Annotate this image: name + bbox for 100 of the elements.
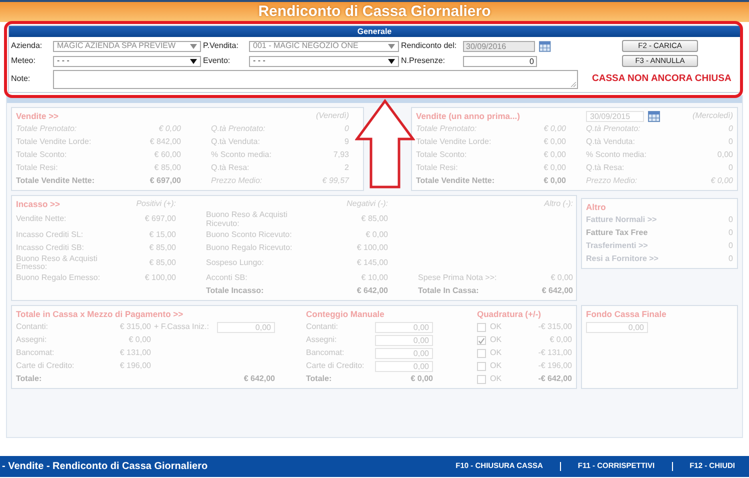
row-label: Buono Sconto Ricevuto:	[206, 230, 293, 240]
amount: -€ 196,00	[537, 362, 572, 372]
row-label: Spese Prima Nota >>:	[418, 274, 498, 284]
section-heading: Altro	[586, 202, 607, 212]
checkbox[interactable]	[477, 362, 486, 372]
checkbox[interactable]	[477, 349, 486, 358]
section-heading: Vendite >>	[16, 112, 60, 122]
dropdown[interactable]: - - -	[249, 56, 399, 66]
resize-grip-icon[interactable]	[571, 82, 576, 87]
date-field[interactable]: 30/09/2015	[586, 111, 644, 122]
checkbox[interactable]	[477, 323, 486, 332]
amount: -€ 315,00	[537, 323, 572, 332]
amount-field[interactable]: 0,00	[375, 361, 433, 372]
total-label: Totale In Cassa:	[418, 287, 480, 296]
amount: € 15,00	[148, 230, 176, 240]
row-label: Totale Vendite Lorde:	[16, 138, 92, 147]
page-title: Rendiconto di Cassa Giornaliero	[258, 3, 491, 20]
row-label: % Sconto media:	[586, 151, 648, 160]
field-label: P.Vendita:	[203, 42, 240, 50]
row-label: Assegni:	[16, 336, 48, 346]
row-label: Q.tà Venduta:	[586, 138, 636, 147]
total-amount: € 697,00	[148, 177, 181, 186]
amount: 0	[728, 164, 733, 173]
amount: € 196,00	[118, 362, 151, 372]
amount: -€ 131,00	[537, 349, 572, 358]
section-heading: Conteggio Manuale	[306, 310, 386, 320]
amount: € 697,00	[144, 215, 176, 224]
amount: 9	[344, 138, 349, 147]
total-label: Totale Vendite Nette:	[416, 177, 496, 186]
checkbox-label: OK	[490, 375, 502, 384]
amount: € 10,00	[360, 274, 388, 284]
caret-icon	[388, 44, 395, 48]
link[interactable]: Trasferimenti >>	[586, 242, 706, 251]
checkbox-label: OK	[490, 362, 502, 372]
checkbox[interactable]	[477, 375, 486, 384]
amount: 0	[728, 229, 733, 238]
panel-header: Generale	[9, 26, 740, 37]
amount: 7,93	[332, 151, 349, 160]
row-label: Incasso Crediti SB:	[16, 244, 86, 252]
dropdown[interactable]: - - -	[53, 56, 201, 66]
calendar-icon[interactable]	[539, 40, 551, 52]
checkbox[interactable]	[477, 336, 486, 346]
row-label: Contanti:	[16, 323, 50, 332]
row-label: Carte di Credito:	[16, 362, 76, 372]
section-heading: Fondo Cassa Finale	[586, 310, 668, 320]
amount: € 100,00	[356, 244, 388, 252]
total-label: Totale Vendite Nette:	[16, 177, 96, 186]
amount-field[interactable]: 0,00	[375, 322, 433, 334]
amount: € 0,00	[550, 274, 573, 284]
row-label: Assegni:	[306, 336, 338, 346]
amount-field[interactable]: 0,00	[375, 335, 433, 346]
status-text: CASSA NON ANCORA CHIUSA	[592, 74, 732, 85]
link[interactable]: Resi a Fornitore >>	[586, 255, 706, 264]
row-label: Bancomat:	[306, 349, 346, 358]
amount: € 145,00	[356, 258, 388, 268]
total-amount: € 0,00	[410, 375, 433, 384]
amount: 0	[728, 138, 733, 147]
amount: € 60,00	[153, 151, 181, 160]
row-label: Buono Reso & Acquisti Emesso:	[16, 254, 98, 272]
section-heading: Vendite (un anno prima...)	[416, 112, 521, 122]
amount-field[interactable]: 0,00	[375, 348, 433, 360]
amount: 0	[728, 242, 733, 251]
amount: € 85,00	[148, 244, 176, 252]
row-label: Buono Regalo Emesso:	[16, 274, 102, 284]
link[interactable]: Fatture Normali >>	[586, 216, 706, 225]
amount: € 100,00	[144, 274, 176, 284]
amount: € 85,00	[153, 164, 181, 173]
row-label: Totale Sconto:	[16, 151, 68, 160]
amount-field[interactable]: 0,00	[217, 322, 275, 334]
footer-title: - Vendite - Rendiconto di Cassa Giornaliero	[2, 461, 208, 472]
row-label: Buono Regalo Ricevuto:	[206, 244, 294, 252]
calendar-icon[interactable]	[648, 111, 660, 122]
total-label: Fatture Tax Free	[586, 229, 649, 238]
row-label: Totale Sconto:	[416, 151, 468, 160]
row-label: Buono Reso & Acquisti Ricevuto:	[206, 211, 288, 229]
row-label: + F.Cassa Iniz.:	[154, 323, 210, 332]
row-label: Totale Vendite Lorde:	[416, 138, 492, 147]
checkbox-label: OK	[490, 323, 502, 332]
caret-icon	[388, 58, 395, 64]
field-label: Evento:	[203, 56, 232, 66]
field-label: Rendiconto del:	[401, 42, 458, 50]
checkbox-label: OK	[490, 349, 502, 358]
field-label: Azienda:	[11, 42, 44, 50]
row-label: Vendite Nette:	[16, 215, 68, 224]
amount: € 842,00	[148, 138, 181, 147]
total-amount: -€ 642,00	[537, 375, 572, 384]
amount: € 0,00	[542, 138, 566, 147]
field-label: Note:	[11, 75, 32, 84]
amount: € 85,00	[148, 258, 176, 268]
note-field[interactable]	[53, 70, 578, 89]
section-heading: Totale in Cassa x Mezzo di Pagamento >>	[16, 310, 184, 320]
number-field[interactable]: 0	[463, 56, 537, 66]
row-label: Bancomat:	[16, 349, 56, 358]
section-heading: Quadratura (+/-)	[477, 310, 542, 320]
amount: € 0,00	[128, 336, 151, 346]
row-label: Carte di Credito:	[306, 362, 366, 372]
total-label: Totale:	[16, 375, 43, 384]
section-heading: Incasso >>	[16, 200, 61, 210]
amount-field[interactable]: 0,00	[586, 322, 648, 334]
total-amount: € 642,00	[242, 375, 275, 384]
